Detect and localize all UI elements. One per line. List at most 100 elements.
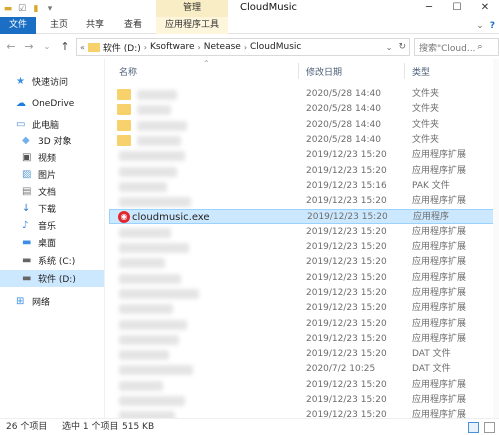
expand-ribbon-icon[interactable]: ⌄ [476,21,484,31]
sidebar-item-label: 软件 (D:) [38,275,76,285]
blurred-file-name [119,334,179,345]
forward-icon[interactable]: → [22,39,36,55]
column-date[interactable]: 修改日期 [306,65,342,78]
file-row[interactable]: 2020/5/28 14:40 文件夹 [105,102,499,117]
file-row[interactable]: 2020/7/2 10:25 DAT 文件 [105,362,499,377]
file-row[interactable]: 2019/12/23 15:20 DAT 文件 [105,347,499,362]
folder-icon[interactable]: ▬ [2,3,14,15]
sidebar-item[interactable]: ▣ 视频 [0,149,104,166]
file-row[interactable]: 2020/5/28 14:40 文件夹 [105,133,499,148]
sidebar-item[interactable]: ▭ 此电脑 [0,116,104,133]
sidebar-item-label: 图片 [38,171,57,181]
file-row[interactable]: 2019/12/23 15:20 应用程序扩展 [105,164,499,179]
sidebar-item[interactable]: ★ 快速访问 [0,73,104,90]
minimize-button[interactable]: ─ [415,0,443,17]
file-date: 2019/12/23 15:20 [306,242,387,252]
blurred-file-name [119,365,193,376]
details-view-icon[interactable] [468,422,479,433]
file-date: 2019/12/23 15:20 [306,379,387,390]
chevron-right-icon[interactable]: › [144,43,147,52]
context-tab-group-label[interactable]: 管理 [156,0,228,17]
file-date: 2020/7/2 10:25 [306,364,376,375]
sidebar-item[interactable]: ▨ 图片 [0,166,104,183]
tab-app-tools[interactable]: 应用程序工具 [156,17,228,34]
up-icon[interactable]: ↑ [58,39,72,55]
chevron-right-icon[interactable]: › [244,43,247,52]
sidebar-item[interactable]: ☁ OneDrive [0,95,104,112]
chevron-down-icon[interactable]: ⌄ [386,43,393,52]
sidebar-item[interactable]: ▬ 系统 (C:) [0,252,104,269]
file-row[interactable]: 2019/12/23 15:20 应用程序扩展 [105,271,499,286]
file-name: cloudmusic.exe [132,212,210,224]
sort-arrow-icon: ⌃ [203,59,210,68]
checkbox-icon[interactable]: ☑ [16,3,28,15]
picture-icon: ▨ [22,168,32,180]
file-row[interactable]: 2019/12/23 15:20 应用程序扩展 [105,378,499,393]
breadcrumb-netease[interactable]: Netease [204,42,241,52]
address-bar[interactable]: « 软件 (D:) › Ksoftware › Netease › CloudM… [76,38,410,56]
sidebar-item[interactable]: ▬ 软件 (D:) [0,270,104,287]
refresh-icon[interactable]: ↻ [395,42,409,52]
file-row[interactable]: 2020/5/28 14:40 文件夹 [105,87,499,102]
breadcrumb-cloudmusic[interactable]: CloudMusic [250,42,301,52]
file-row[interactable]: 2019/12/23 15:20 应用程序扩展 [105,408,499,418]
file-row[interactable]: 2019/12/23 15:20 应用程序扩展 [105,225,499,240]
file-row[interactable]: 2019/12/23 15:20 应用程序扩展 [105,317,499,332]
help-icon[interactable]: ? [490,21,495,31]
blurred-file-name [137,90,177,100]
column-divider[interactable] [404,63,405,79]
ribbon-tabs: 文件 主页 共享 查看 应用程序工具 ⌄ ? [0,17,499,34]
search-input[interactable]: 搜索"Cloud... [419,41,475,54]
file-type: 文件夹 [412,119,440,130]
sidebar-item[interactable]: ⊞ 网络 [0,293,104,310]
breadcrumb-drive[interactable]: 软件 (D:) [103,41,141,54]
sidebar-item[interactable]: ▬ 桌面 [0,234,104,251]
column-name[interactable]: 名称 [119,65,137,78]
file-date: 2020/5/28 14:40 [306,134,381,145]
new-folder-icon[interactable]: ▮ [30,3,42,15]
file-row[interactable]: 2019/12/23 15:20 应用程序扩展 [105,255,499,270]
file-date: 2020/5/28 14:40 [306,89,381,99]
back-icon[interactable]: ← [4,39,18,55]
file-row[interactable]: 2019/12/23 15:20 应用程序扩展 [105,148,499,163]
file-row[interactable]: 2019/12/23 15:20 应用程序扩展 [105,194,499,209]
file-row[interactable]: 2019/12/23 15:20 应用程序扩展 [105,393,499,408]
overflow-icon[interactable]: « [80,43,85,52]
sidebar-item-label: 系统 (C:) [38,257,76,267]
search-box[interactable]: 搜索"Cloud... ⌕ [414,38,499,56]
column-type[interactable]: 类型 [412,65,430,78]
sidebar-item[interactable]: ♪ 音乐 [0,217,104,234]
chevron-right-icon[interactable]: › [198,43,201,52]
navigation-pane: ★ 快速访问 ☁ OneDrive ▭ 此电脑 ◆ 3D 对象 ▣ 视频 ▨ 图片 ▤ 文档 ↓ 下载 ♪ 音乐 ▬… [0,59,104,418]
vertical-scrollbar[interactable] [493,59,499,418]
blurred-file-name [119,166,177,177]
recent-locations-icon[interactable]: ⌄ [40,39,54,55]
maximize-button[interactable]: ☐ [443,0,471,17]
file-row[interactable]: 2019/12/23 15:20 应用程序扩展 [105,332,499,347]
column-divider[interactable] [298,63,299,79]
sidebar-item[interactable]: ▤ 文档 [0,183,104,200]
close-button[interactable]: ✕ [471,0,499,17]
file-row[interactable]: 2019/12/23 15:20 应用程序扩展 [105,240,499,255]
file-date: 2019/12/23 15:20 [306,196,387,207]
blurred-file-name [119,411,175,418]
sidebar-item[interactable]: ◆ 3D 对象 [0,132,104,149]
large-icons-view-icon[interactable] [484,422,495,433]
file-type: 应用程序扩展 [412,379,467,390]
tab-share[interactable]: 共享 [80,17,110,34]
file-type: 应用程序扩展 [412,150,467,161]
tab-home[interactable]: 主页 [44,17,74,34]
breadcrumb-ksoftware[interactable]: Ksoftware [150,42,195,52]
tab-file[interactable]: 文件 [0,17,36,34]
sidebar-item-label: 此电脑 [32,121,60,131]
file-row[interactable]: 2019/12/23 15:16 PAK 文件 [105,179,499,194]
tab-view[interactable]: 查看 [118,17,148,34]
file-row[interactable]: 2019/12/23 15:20 应用程序扩展 [105,286,499,301]
file-type: 应用程序扩展 [412,287,467,298]
chevron-down-icon[interactable]: ▾ [44,3,56,15]
sidebar-item[interactable]: ↓ 下载 [0,200,104,217]
file-row[interactable]: ◉ cloudmusic.exe 2019/12/23 15:20 应用程序 [109,209,499,225]
file-row[interactable]: 2020/5/28 14:40 文件夹 [105,118,499,133]
file-row[interactable]: 2019/12/23 15:20 应用程序扩展 [105,301,499,316]
file-date: 2019/12/23 15:20 [306,410,387,418]
